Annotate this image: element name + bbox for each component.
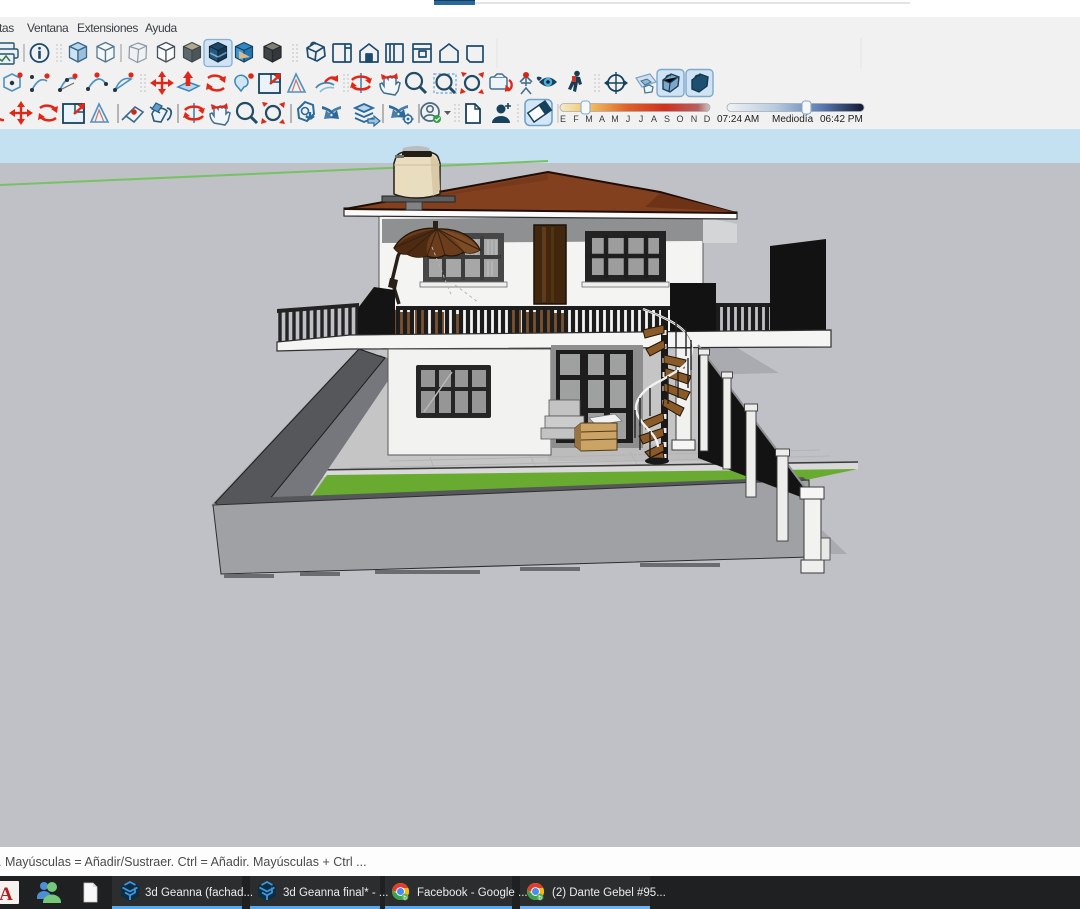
svg-text:M: M bbox=[585, 114, 593, 124]
svg-text:06:42 PM: 06:42 PM bbox=[820, 114, 863, 125]
svg-text:(2) Dante Gebel #95...: (2) Dante Gebel #95... bbox=[552, 887, 666, 899]
svg-text:3d Geanna final* - ...: 3d Geanna final* - ... bbox=[283, 887, 388, 899]
svg-text:S: S bbox=[664, 114, 670, 124]
svg-text:A: A bbox=[651, 114, 657, 124]
svg-text:F: F bbox=[573, 114, 579, 124]
svg-text:O: O bbox=[676, 114, 683, 124]
svg-text:07:24 AM: 07:24 AM bbox=[717, 114, 759, 125]
svg-text:J: J bbox=[626, 114, 631, 124]
svg-text:J: J bbox=[639, 114, 644, 124]
svg-text:M: M bbox=[611, 114, 619, 124]
svg-text:Mediodía: Mediodía bbox=[772, 114, 814, 125]
svg-text:D: D bbox=[704, 114, 711, 124]
svg-text:N: N bbox=[691, 114, 698, 124]
svg-text:A: A bbox=[599, 114, 605, 124]
svg-text:Facebook - Google ...: Facebook - Google ... bbox=[417, 887, 528, 899]
svg-text:E: E bbox=[560, 114, 566, 124]
svg-text:3d Geanna (fachad...: 3d Geanna (fachad... bbox=[145, 887, 253, 899]
svg-text:A: A bbox=[0, 884, 13, 905]
